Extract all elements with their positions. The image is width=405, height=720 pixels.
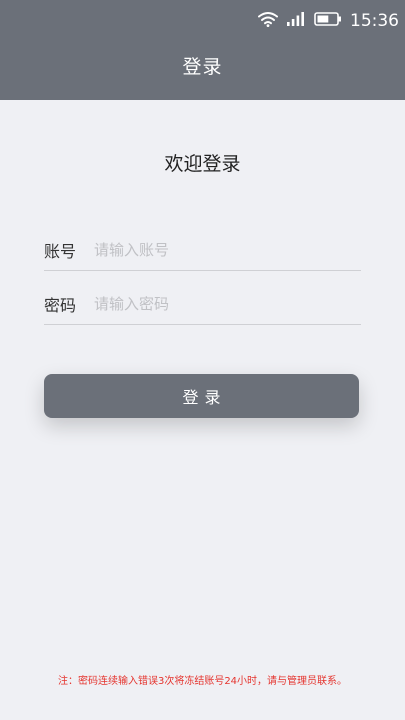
status-time: 15:36 <box>350 11 399 31</box>
password-field: 密码 <box>44 284 361 325</box>
battery-icon <box>314 11 342 31</box>
login-button[interactable]: 登录 <box>44 374 359 418</box>
status-bar: 15:36 <box>0 0 405 44</box>
wifi-icon <box>258 11 278 31</box>
password-input[interactable] <box>94 289 361 319</box>
welcome-heading: 欢迎登录 <box>164 153 241 175</box>
page-title: 登录 <box>182 56 223 78</box>
status-icons: 15:36 <box>258 10 399 32</box>
account-input[interactable] <box>94 235 361 265</box>
login-screen: 15:36 登录 欢迎登录 账号 密码 登录 注：密码连续输入错误3次将冻结账号… <box>0 0 405 720</box>
account-label: 账号 <box>44 242 77 261</box>
signal-icon <box>286 11 306 31</box>
password-label: 密码 <box>44 296 77 315</box>
account-field: 账号 <box>44 230 361 271</box>
app-header: 15:36 登录 <box>0 0 405 100</box>
freeze-warning-note: 注：密码连续输入错误3次将冻结账号24小时，请与管理员联系。 <box>57 676 348 687</box>
